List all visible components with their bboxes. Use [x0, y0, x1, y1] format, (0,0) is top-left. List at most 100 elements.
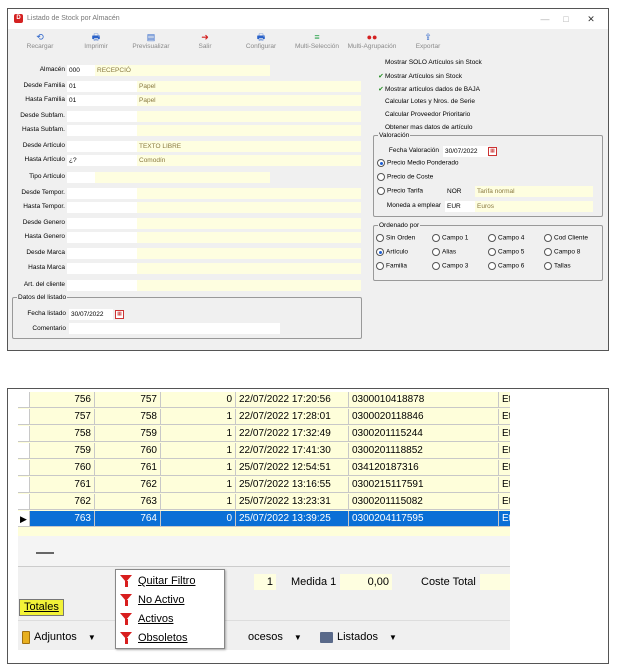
close-button[interactable]: ✕: [583, 12, 599, 26]
radio-precio-tarifa[interactable]: Precio Tarifa: [377, 187, 423, 195]
checkbox-solo-sin-stock[interactable]: Mostrar SOLO Artículos sin Stock: [377, 59, 482, 66]
desde-familia-field[interactable]: 01: [67, 81, 137, 92]
row-indicator[interactable]: [18, 494, 30, 510]
table-row[interactable]: 761 762 1 25/07/2022 13:16:55 0300215117591 E…: [18, 477, 510, 493]
minimize-button[interactable]: —: [537, 12, 553, 26]
desde-marca-field[interactable]: [67, 248, 137, 259]
table-row[interactable]: 756 757 0 22/07/2022 17:20:56 0300010418878 E…: [18, 392, 510, 408]
fecha-listado-field[interactable]: 30/07/2022: [69, 309, 113, 320]
radio-cod-cliente[interactable]: Cod Cliente: [544, 234, 588, 242]
radio-campo-6[interactable]: Campo 6: [488, 262, 524, 270]
table-row[interactable]: ▶ 763 764 0 25/07/2022 13:39:25 0300204117595…: [18, 511, 510, 527]
desde-genero-name: [137, 218, 361, 229]
checkbox-lotes[interactable]: Calcular Lotes y Nros. de Serie: [377, 98, 475, 105]
tab-totales[interactable]: Totales: [19, 599, 64, 616]
table-row[interactable]: 762 763 1 25/07/2022 13:23:31 0300201115082 E…: [18, 494, 510, 510]
table-row[interactable]: 758 759 1 22/07/2022 17:32:49 0300201115244 E…: [18, 426, 510, 442]
row-indicator[interactable]: [18, 477, 30, 493]
tarifa-code-field[interactable]: NOR: [445, 186, 475, 197]
radio-alias[interactable]: Alias: [432, 248, 456, 256]
grid-scroll-area[interactable]: [18, 536, 510, 566]
fecha-valoracion-field[interactable]: 30/07/2022: [443, 146, 489, 157]
radio-campo-4[interactable]: Campo 4: [488, 234, 524, 242]
radio-articulo[interactable]: Artículo: [376, 248, 408, 256]
reload-button[interactable]: ⟲ Recargar: [20, 31, 60, 55]
table-cell: 25/07/2022 12:54:51: [236, 460, 349, 476]
radio-precio-coste[interactable]: Precio de Coste: [377, 173, 433, 181]
radio-icon: [432, 234, 440, 242]
desde-articulo-field[interactable]: [67, 141, 137, 152]
radio-icon: [544, 248, 552, 256]
print-button[interactable]: 🖶 Imprimir: [76, 31, 116, 55]
desde-subfam-field[interactable]: [67, 111, 137, 122]
radio-sin-orden[interactable]: Sin Orden: [376, 234, 415, 242]
menu-item-no-activo[interactable]: No Activo: [116, 591, 226, 610]
table-row[interactable]: 757 758 1 22/07/2022 17:28:01 0300020118846 E…: [18, 409, 510, 425]
radio-precio-medio[interactable]: Precio Medio Ponderado: [377, 159, 459, 167]
table-cell: Etq: [499, 494, 510, 510]
checkbox-proveedor[interactable]: Calcular Proveedor Prioritario: [377, 111, 470, 118]
table-row[interactable]: 760761125/07/2022 12:54:51034120187316Et…: [18, 460, 510, 476]
multi-select-button[interactable]: ≡ Multi-Selección: [292, 31, 342, 55]
calendar-icon[interactable]: ▦: [115, 310, 124, 319]
radio-campo-1[interactable]: Campo 1: [432, 234, 468, 242]
almacen-code-field[interactable]: 000: [67, 65, 95, 76]
menu-item-obsoletos[interactable]: Obsoletos: [116, 629, 226, 648]
row-indicator[interactable]: [18, 460, 30, 476]
row-indicator[interactable]: [18, 443, 30, 459]
hasta-familia-field[interactable]: 01: [67, 95, 137, 106]
checkbox-mas-datos[interactable]: Obtener mas datos de artículo: [377, 124, 472, 131]
multi-group-button[interactable]: ●● Multi-Agrupación: [344, 31, 400, 55]
radio-campo-5[interactable]: Campo 5: [488, 248, 524, 256]
radio-familia[interactable]: Familia: [376, 262, 407, 270]
hasta-genero-field[interactable]: [67, 232, 137, 243]
comentario-field[interactable]: [69, 323, 280, 334]
checkbox-sin-stock[interactable]: ✔Mostrar Artículos sin Stock: [377, 72, 462, 80]
maximize-button[interactable]: □: [558, 12, 574, 26]
desde-tempor-field[interactable]: [67, 188, 137, 199]
checkbox-label: Calcular Proveedor Prioritario: [385, 111, 471, 118]
app-icon: D: [14, 14, 23, 23]
adjuntos-button[interactable]: Adjuntos ▼: [22, 628, 96, 646]
art-cliente-field[interactable]: [67, 280, 137, 291]
row-pointer-icon[interactable]: ▶: [18, 511, 30, 527]
row-indicator[interactable]: [18, 392, 30, 408]
table-row[interactable]: 759 760 1 22/07/2022 17:41:30 0300201118852 E…: [18, 443, 510, 459]
table-cell: 25/07/2022 13:16:55: [236, 477, 349, 493]
radio-tallas[interactable]: Tallas: [544, 262, 571, 270]
hasta-marca-name: [137, 263, 361, 274]
hasta-subfam-field[interactable]: [67, 125, 137, 136]
menu-item-quitar-filtro[interactable]: Quitar Filtro: [116, 572, 226, 591]
row-indicator[interactable]: [18, 409, 30, 425]
stock-grid[interactable]: 756 757 0 22/07/2022 17:20:56 0300010418878 E…: [18, 392, 510, 536]
table-cell: 761: [95, 460, 161, 476]
calendar-icon[interactable]: ▦: [488, 147, 497, 156]
checkbox-baja[interactable]: ✔Mostrar artículos dados de BAJA: [377, 85, 480, 93]
hasta-marca-field[interactable]: [67, 263, 137, 274]
radio-campo-3[interactable]: Campo 3: [432, 262, 468, 270]
preview-button[interactable]: ▤ Previsualizar: [128, 31, 174, 55]
tipo-articulo-field[interactable]: [67, 172, 95, 183]
hasta-tempor-name: [137, 202, 361, 213]
row-indicator[interactable]: [18, 426, 30, 442]
radio-icon: [376, 234, 384, 242]
hasta-articulo-name: Comodín: [137, 155, 361, 166]
radio-campo-8[interactable]: Campo 8: [544, 248, 580, 256]
dropdown-arrow-icon: ▼: [389, 633, 397, 642]
listados-button[interactable]: Listados ▼: [320, 628, 397, 646]
table-cell: 1: [161, 443, 236, 459]
table-cell: 1: [161, 460, 236, 476]
moneda-code-field[interactable]: EUR: [445, 201, 475, 212]
menu-item-activos[interactable]: Activos: [116, 610, 226, 629]
desde-genero-field[interactable]: [67, 218, 137, 229]
filter-icon: [120, 574, 132, 588]
configure-button[interactable]: 🖶 Configurar: [241, 31, 281, 55]
scroll-thumb[interactable]: [36, 552, 54, 554]
radio-label: Familia: [386, 262, 407, 270]
procesos-button[interactable]: ocesos ▼: [248, 628, 302, 646]
export-button[interactable]: ⇪ Exportar: [410, 31, 446, 55]
exit-button[interactable]: ➜ Salir: [190, 31, 220, 55]
hasta-tempor-field[interactable]: [67, 202, 137, 213]
hasta-articulo-field[interactable]: ¿?: [67, 155, 137, 166]
table-cell: 0300020118846: [349, 409, 499, 425]
